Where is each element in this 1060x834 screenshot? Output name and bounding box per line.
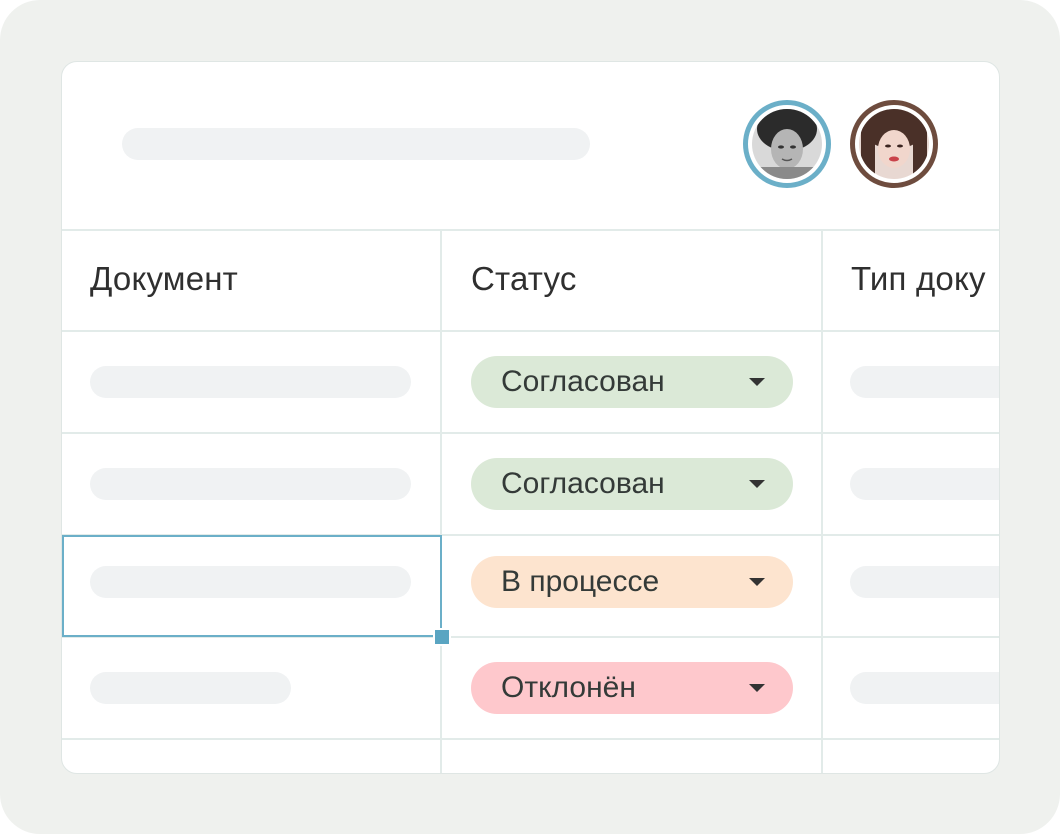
document-cell-placeholder[interactable] (90, 468, 411, 500)
caret-down-icon (749, 378, 765, 386)
header-bottom-divider (62, 330, 999, 332)
status-label: Согласован (501, 365, 665, 398)
status-label: Отклонён (501, 671, 636, 704)
caret-down-icon (749, 578, 765, 586)
caret-down-icon (749, 480, 765, 488)
status-dropdown[interactable]: Согласован (471, 356, 793, 408)
column-divider (821, 229, 823, 773)
column-header-document[interactable]: Документ (90, 260, 238, 298)
row-divider (62, 432, 999, 434)
title-placeholder (122, 128, 590, 160)
document-cell-placeholder[interactable] (90, 672, 291, 704)
avatar-1-portrait (752, 109, 822, 179)
type-cell-placeholder[interactable] (850, 672, 999, 704)
status-label: В процессе (501, 565, 660, 598)
column-divider (440, 229, 442, 773)
column-header-status[interactable]: Статус (471, 260, 577, 298)
selection-fill-handle[interactable] (433, 628, 451, 646)
avatar-2-portrait (859, 109, 929, 179)
caret-down-icon (749, 684, 765, 692)
user-avatar-1[interactable] (743, 100, 831, 188)
type-cell-placeholder[interactable] (850, 468, 999, 500)
status-dropdown[interactable]: Отклонён (471, 662, 793, 714)
background-frame: Документ Статус Тип доку Согласован Согл… (0, 0, 1060, 834)
document-cell-placeholder[interactable] (90, 366, 411, 398)
cell-selection-outline (62, 535, 442, 637)
documents-table-card: Документ Статус Тип доку Согласован Согл… (61, 61, 1000, 774)
header-top-divider (62, 229, 999, 231)
status-dropdown[interactable]: В процессе (471, 556, 793, 608)
column-header-document-type[interactable]: Тип доку (851, 260, 986, 298)
type-cell-placeholder[interactable] (850, 566, 999, 598)
status-label: Согласован (501, 467, 665, 500)
type-cell-placeholder[interactable] (850, 366, 999, 398)
row-divider (62, 738, 999, 740)
status-dropdown[interactable]: Согласован (471, 458, 793, 510)
user-avatar-2[interactable] (850, 100, 938, 188)
